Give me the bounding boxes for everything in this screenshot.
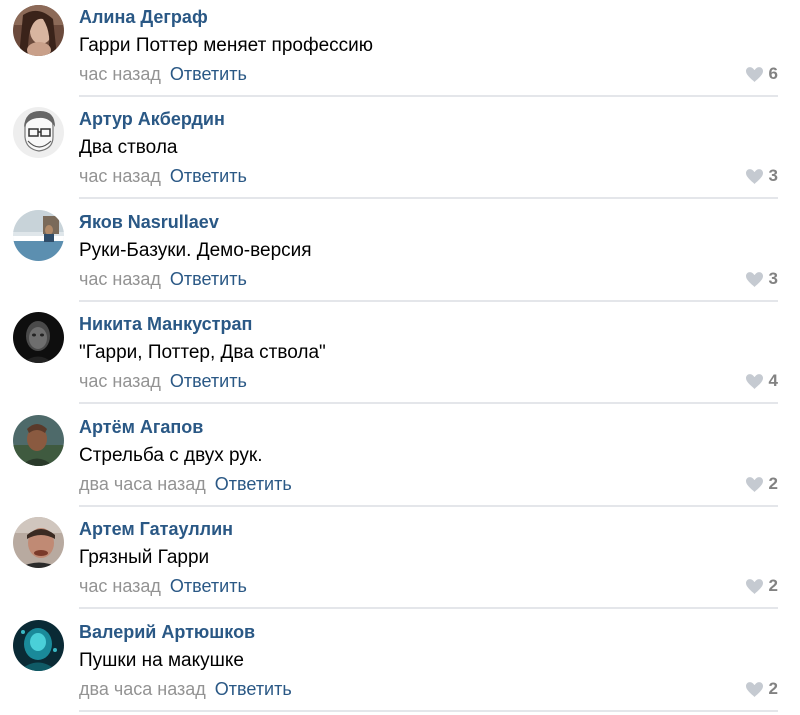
comment-text: Руки-Базуки. Демо-версия <box>79 240 312 261</box>
comment-time[interactable]: час назад <box>79 576 161 596</box>
comment-item: Никита Манкустрап "Гарри, Поттер, Два ст… <box>0 307 800 407</box>
like-button[interactable]: 2 <box>745 473 778 495</box>
comment-meta: два часа назад Ответить <box>79 473 292 495</box>
like-count: 2 <box>768 679 778 698</box>
comment-time[interactable]: час назад <box>79 371 161 391</box>
comment-meta: час назад Ответить <box>79 575 247 597</box>
like-button[interactable]: 3 <box>745 165 778 187</box>
divider <box>79 95 778 97</box>
comment-meta: час назад Ответить <box>79 63 247 85</box>
comment-text: Стрельба с двух рук. <box>79 445 263 466</box>
comment-item: Яков Nasrullaev Руки-Базуки. Демо-версия… <box>0 205 800 305</box>
reply-button[interactable]: Ответить <box>215 679 292 699</box>
avatar[interactable] <box>13 415 64 466</box>
comments-list: Алина Деграф Гарри Поттер меняет професс… <box>0 0 800 712</box>
avatar[interactable] <box>13 620 64 671</box>
reply-button[interactable]: Ответить <box>215 474 292 494</box>
heart-icon <box>745 271 763 287</box>
comment-item: Алина Деграф Гарри Поттер меняет професс… <box>0 0 800 100</box>
like-count: 2 <box>768 474 778 493</box>
like-button[interactable]: 2 <box>745 575 778 597</box>
comment-item: Артур Акбердин Два ствола час назад Ответ… <box>0 102 800 202</box>
comment-author[interactable]: Алина Деграф <box>79 6 208 28</box>
reply-button[interactable]: Ответить <box>170 64 247 84</box>
reply-button[interactable]: Ответить <box>170 576 247 596</box>
avatar[interactable] <box>13 210 64 261</box>
heart-icon <box>745 66 763 82</box>
heart-icon <box>745 373 763 389</box>
like-count: 4 <box>768 371 778 390</box>
like-count: 6 <box>768 64 778 83</box>
comment-meta: час назад Ответить <box>79 268 247 290</box>
comment-time[interactable]: час назад <box>79 166 161 186</box>
comment-text: Пушки на макушке <box>79 650 244 671</box>
reply-button[interactable]: Ответить <box>170 269 247 289</box>
comment-item: Валерий Артюшков Пушки на макушке два ча… <box>0 615 800 715</box>
like-count: 3 <box>768 166 778 185</box>
reply-button[interactable]: Ответить <box>170 166 247 186</box>
like-button[interactable]: 6 <box>745 63 778 85</box>
comment-meta: час назад Ответить <box>79 370 247 392</box>
divider <box>79 607 778 609</box>
reply-button[interactable]: Ответить <box>170 371 247 391</box>
comment-meta: час назад Ответить <box>79 165 247 187</box>
comment-author[interactable]: Артём Агапов <box>79 416 203 438</box>
avatar[interactable] <box>13 517 64 568</box>
like-button[interactable]: 3 <box>745 268 778 290</box>
comment-author[interactable]: Артур Акбердин <box>79 108 225 130</box>
comment-text: Два ствола <box>79 137 178 158</box>
comment-text: Гарри Поттер меняет профессию <box>79 35 374 56</box>
divider <box>79 505 778 507</box>
comment-time[interactable]: два часа назад <box>79 474 206 494</box>
heart-icon <box>745 578 763 594</box>
comment-author[interactable]: Артем Гатауллин <box>79 518 233 540</box>
divider <box>79 710 778 712</box>
comment-text: Грязный Гарри <box>79 547 210 568</box>
comment-time[interactable]: час назад <box>79 269 161 289</box>
avatar[interactable] <box>13 5 64 56</box>
avatar[interactable] <box>13 312 64 363</box>
like-button[interactable]: 2 <box>745 678 778 700</box>
divider <box>79 300 778 302</box>
comment-time[interactable]: час назад <box>79 64 161 84</box>
comment-author[interactable]: Валерий Артюшков <box>79 621 255 643</box>
avatar[interactable] <box>13 107 64 158</box>
comment-meta: два часа назад Ответить <box>79 678 292 700</box>
like-button[interactable]: 4 <box>745 370 778 392</box>
like-count: 3 <box>768 269 778 288</box>
divider <box>79 197 778 199</box>
comment-item: Артём Агапов Стрельба с двух рук. два ча… <box>0 410 800 510</box>
comment-item: Артем Гатауллин Грязный Гарри час назад О… <box>0 512 800 612</box>
comment-text: "Гарри, Поттер, Два ствола" <box>79 342 326 363</box>
comment-time[interactable]: два часа назад <box>79 679 206 699</box>
heart-icon <box>745 168 763 184</box>
like-count: 2 <box>768 576 778 595</box>
heart-icon <box>745 681 763 697</box>
comment-author[interactable]: Яков Nasrullaev <box>79 211 219 233</box>
comment-author[interactable]: Никита Манкустрап <box>79 313 252 335</box>
divider <box>79 402 778 404</box>
heart-icon <box>745 476 763 492</box>
